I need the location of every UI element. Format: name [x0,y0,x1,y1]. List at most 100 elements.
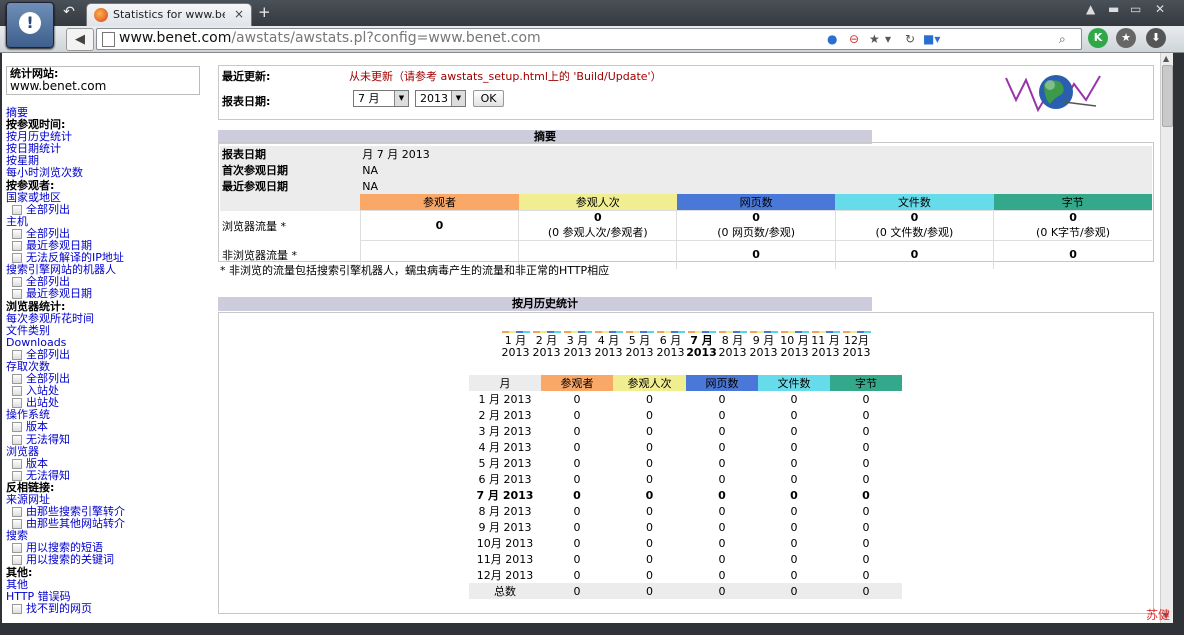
block-icon[interactable]: ⊖ [849,32,859,46]
sidebar-item-label: 反相链接: [6,480,55,494]
month-bar-column[interactable]: 11 月 2013 [810,331,841,359]
new-tab-button[interactable]: + [258,3,271,21]
value-cell: 0 [573,392,581,406]
value-cell: 0 [862,568,870,582]
minimize-icon[interactable]: ▬ [1108,2,1119,16]
month-bar-column[interactable]: 2 月 2013 [531,331,562,359]
report-date-label: 报表日期: [222,95,271,108]
summary-header-blank [220,194,361,211]
download-icon[interactable]: ⬇ [1146,28,1166,48]
signature: 苏健 [1146,608,1171,622]
month-bar-column[interactable]: 4 月 2013 [593,331,624,359]
search-engine-icon[interactable]: ■▾ [923,32,940,46]
scroll-thumb[interactable] [1162,65,1173,127]
sidebar-item[interactable]: 全部列出 [6,373,125,385]
value-cell: 0 [718,424,726,438]
back-button[interactable]: ◀ [66,28,94,51]
page-icon [12,507,22,518]
year-label: 2013 [501,346,530,359]
sidebar-item-label: 其他: [6,565,33,579]
value-cell: 0 [573,408,581,422]
site-box: 统计网站: www.benet.com [6,66,200,95]
dropdown-arrow-icon[interactable]: ▾ [885,32,891,46]
tab-awstats[interactable]: Statistics for www.ben… × [86,3,252,27]
sidebar-item-label: 无法得知 [26,468,70,482]
sidebar-item[interactable]: 浏览器 [6,444,125,458]
month-cell: 11月 2013 [476,553,534,566]
month-bar-column[interactable]: 10 月 2013 [779,331,810,359]
close-window-icon[interactable]: ✕ [1155,2,1165,16]
table-row: 4 月 2013 0 0 0 0 0 [469,439,902,455]
month-bar-column[interactable]: 12月 2013 [841,331,872,359]
sidebar-item-label: 用以搜索的关键词 [26,553,114,567]
value-cell: 0 [862,424,870,438]
shirt-icon[interactable]: ▲ [1086,2,1095,16]
value-cell: 0 [718,568,726,582]
viewed-traffic-ratio: (0 文件数/参观) [875,226,954,239]
sidebar-item[interactable]: 入站处 [6,385,125,397]
month-bar-column[interactable]: 3 月 2013 [562,331,593,359]
month-bar-marks [501,331,530,333]
table-row: 9 月 2013 0 0 0 0 0 [469,519,902,535]
page-icon [12,241,22,252]
left-frame: 统计网站: www.benet.com 摘要 按参观时间: 按月历史统计 按日期统计按… [2,53,207,623]
month-bar-column[interactable]: 8 月 2013 [717,331,748,359]
ok-button[interactable]: OK [473,90,504,107]
month-cell: 12月 2013 [476,569,534,582]
sidebar-item-label: 无法得知 [26,432,70,446]
total-label: 总数 [469,583,541,599]
url-text[interactable]: www.benet.com/awstats/awstats.pl?config=… [119,30,541,46]
value-cell: 0 [790,408,798,422]
vertical-scrollbar[interactable]: ▲ ▼ [1160,53,1173,623]
viewed-traffic-value: 0 [1069,211,1077,224]
sidebar-item-label: 找不到的网页 [26,601,92,615]
last-visit-label: 最近参观日期 [222,180,288,193]
sidebar-item[interactable]: 找不到的网页 [6,601,125,615]
month-cell: 8 月 2013 [478,505,532,518]
search-icon[interactable]: ⌕ [1059,32,1066,47]
close-tab-icon[interactable]: × [234,7,244,21]
app-menu-button[interactable]: ! [6,2,54,48]
value-cell: 0 [790,424,798,438]
month-cell: 4 月 2013 [478,441,532,454]
sidebar-item[interactable]: 操作系统 [6,409,125,421]
address-bar[interactable]: www.benet.com/awstats/awstats.pl?config=… [96,28,1082,50]
month-bar-column[interactable]: 1 月 2013 [500,331,531,359]
sidebar-item-label: 浏览器 [6,444,39,458]
month-select[interactable]: 7 月 ▼ [353,90,409,107]
value-cell: 0 [573,440,581,454]
month-bar-marks [532,331,561,333]
value-cell: 0 [862,392,870,406]
page-icon [12,458,22,469]
value-cell: 0 [645,488,654,502]
year-label: 2013 [811,346,840,359]
month-bar-column[interactable]: 7 月 2013 [686,331,717,359]
bookmark-star-icon[interactable]: ★ [869,32,880,46]
value-cell: 0 [862,536,870,550]
value-cell: 0 [790,440,798,454]
maximize-icon[interactable]: ▭ [1130,2,1141,16]
year-select[interactable]: 2013 ▼ [415,90,466,107]
value-cell: 0 [646,536,653,550]
table-row: 8 月 2013 0 0 0 0 0 [469,503,902,519]
reload-icon[interactable]: ↻ [905,32,915,46]
value-cell: 0 [573,472,581,486]
scroll-up-icon[interactable]: ▲ [1163,54,1169,63]
value-cell: 0 [862,472,870,486]
monthly-column-header: 文件数 [758,375,830,391]
value-cell: 0 [790,552,798,566]
month-cell: 9 月 2013 [478,521,532,534]
baidu-icon[interactable]: ● [827,32,837,46]
month-bar-marks [749,331,778,333]
month-bar-column[interactable]: 9 月 2013 [748,331,779,359]
month-cell: 6 月 2013 [478,473,532,486]
addon-k-icon[interactable]: K [1088,28,1108,48]
month-bar-column[interactable]: 6 月 2013 [655,331,686,359]
undo-close-tab-icon[interactable]: ↶ [60,3,78,21]
value-cell: 0 [573,536,581,550]
sidebar-item-label: 版本 [26,456,48,470]
table-row: 12月 2013 0 0 0 0 0 [469,567,902,583]
addon-star-icon[interactable]: ★ [1116,28,1136,48]
month-bar-column[interactable]: 5 月 2013 [624,331,655,359]
sidebar-item-label: Downloads [6,335,67,349]
